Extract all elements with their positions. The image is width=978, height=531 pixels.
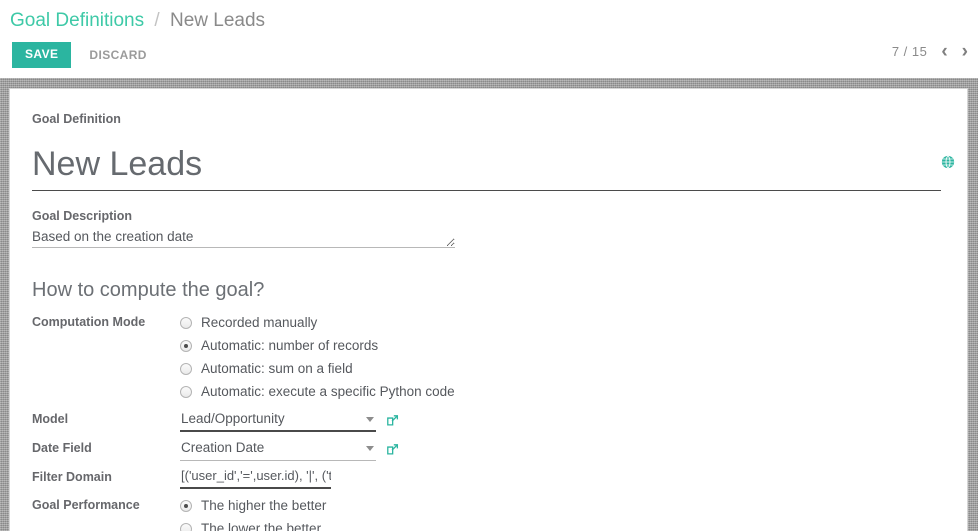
goal-performance-row: Goal Performance The higher the better T… <box>32 494 945 531</box>
date-field-row: Date Field Creation Date <box>32 437 945 461</box>
radio-label: Automatic: execute a specific Python cod… <box>201 383 455 399</box>
model-label: Model <box>32 412 69 426</box>
radio-label: The lower the better <box>201 520 322 531</box>
radio-automatic-sum[interactable]: Automatic: sum on a field <box>180 357 945 380</box>
radio-label: Automatic: number of records <box>201 337 379 353</box>
radio-indicator[interactable] <box>180 362 192 375</box>
radio-label: Recorded manually <box>201 314 318 330</box>
radio-indicator[interactable] <box>180 522 192 531</box>
radio-automatic-python[interactable]: Automatic: execute a specific Python cod… <box>180 380 945 403</box>
radio-label: The higher the better <box>201 497 327 513</box>
save-button[interactable]: SAVE <box>12 42 72 68</box>
model-row: Model Lead/Opportunity <box>32 408 945 432</box>
action-buttons: SAVE DISCARD <box>12 42 147 68</box>
breadcrumb: Goal Definitions / New Leads <box>10 9 265 33</box>
filter-domain-label: Filter Domain <box>32 470 112 484</box>
radio-indicator[interactable] <box>180 499 192 512</box>
model-value: Lead/Opportunity <box>181 411 285 426</box>
date-field-external-link-icon[interactable] <box>386 443 399 456</box>
date-field-label: Date Field <box>32 441 92 455</box>
breadcrumb-parent-link[interactable]: Goal Definitions <box>10 10 144 31</box>
breadcrumb-separator: / <box>154 10 160 31</box>
record-pager: 7 / 15 ‹ › <box>891 42 968 61</box>
filter-domain-field: [('user_id','=',user.id), '|', ('t <box>180 466 945 489</box>
computation-mode-options: Recorded manually Automatic: number of r… <box>180 311 945 403</box>
filter-domain-input[interactable]: [('user_id','=',user.id), '|', ('t <box>180 466 331 489</box>
control-panel: Goal Definitions / New Leads SAVE DISCAR… <box>0 0 978 78</box>
radio-indicator[interactable] <box>180 339 192 352</box>
goal-performance-options: The higher the better The lower the bett… <box>180 494 945 531</box>
breadcrumb-current: New Leads <box>169 10 266 31</box>
filter-domain-row: Filter Domain [('user_id','=',user.id), … <box>32 466 945 489</box>
title-field-wrapper <box>32 144 955 191</box>
pager-previous-icon[interactable]: ‹ <box>941 42 947 61</box>
date-field-value: Creation Date <box>181 440 265 455</box>
pager-next-icon[interactable]: › <box>962 42 968 61</box>
goal-definition-form: Goal Definition Goal Description Based o… <box>9 88 968 531</box>
radio-label: Automatic: sum on a field <box>201 360 353 376</box>
chevron-down-icon[interactable] <box>366 446 374 451</box>
goal-performance-label: Goal Performance <box>32 498 140 512</box>
compute-section-heading: How to compute the goal? <box>32 279 265 301</box>
model-select[interactable]: Lead/Opportunity <box>180 408 376 432</box>
radio-lower-better[interactable]: The lower the better <box>180 517 945 531</box>
goal-name-input[interactable] <box>32 144 941 191</box>
radio-indicator[interactable] <box>180 316 192 329</box>
pager-count: 7 / 15 <box>891 44 928 59</box>
sheet-label: Goal Definition <box>32 112 121 126</box>
model-field: Lead/Opportunity <box>180 408 945 432</box>
radio-automatic-count[interactable]: Automatic: number of records <box>180 334 945 357</box>
chevron-down-icon[interactable] <box>366 417 374 422</box>
computation-mode-row: Computation Mode Recorded manually Autom… <box>32 311 945 403</box>
computation-mode-label: Computation Mode <box>32 315 146 329</box>
discard-button[interactable]: DISCARD <box>89 48 146 62</box>
goal-description-input[interactable]: Based on the creation date <box>32 227 455 248</box>
radio-indicator[interactable] <box>180 385 192 398</box>
radio-recorded-manually[interactable]: Recorded manually <box>180 311 945 334</box>
globe-icon[interactable] <box>941 155 955 169</box>
radio-higher-better[interactable]: The higher the better <box>180 494 945 517</box>
sheet-background: Goal Definition Goal Description Based o… <box>0 78 978 531</box>
description-label: Goal Description <box>32 209 133 223</box>
date-field-field: Creation Date <box>180 437 945 461</box>
date-field-select[interactable]: Creation Date <box>180 437 376 461</box>
model-external-link-icon[interactable] <box>386 414 399 427</box>
